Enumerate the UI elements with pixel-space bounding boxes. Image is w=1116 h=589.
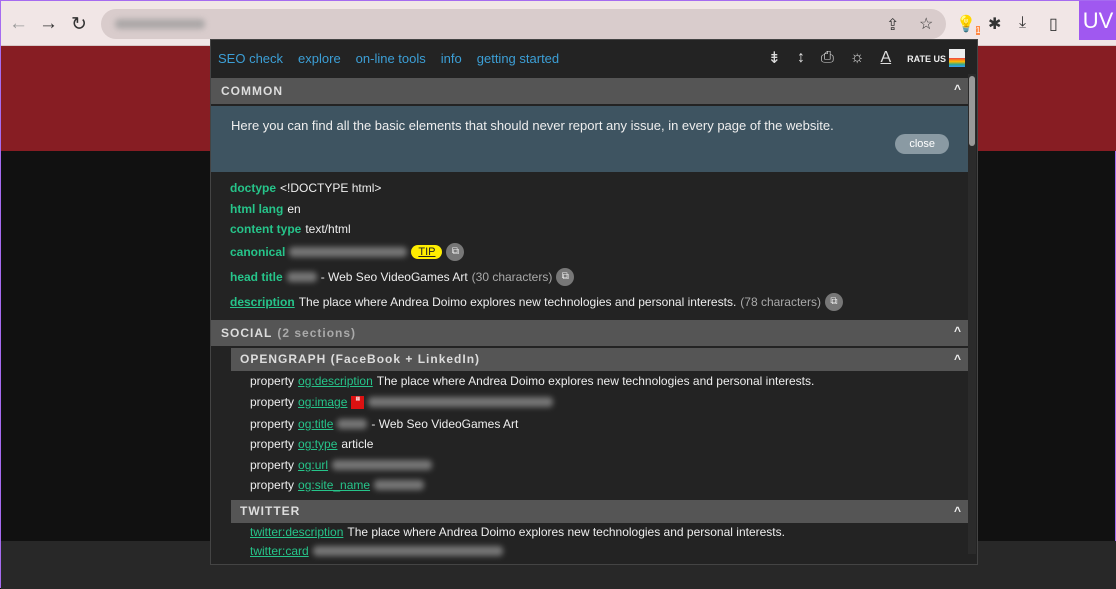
address-bar[interactable]: ⇪ ☆ — [101, 9, 946, 39]
download-icon[interactable]: ⤓ — [1019, 14, 1026, 32]
font-icon[interactable]: A — [880, 49, 891, 67]
twitter-rows: twitter:descriptionThe place where Andre… — [211, 523, 977, 561]
chevron-up-icon[interactable]: ^ — [954, 352, 962, 366]
star-icon[interactable]: ☆ — [919, 14, 933, 34]
image-preview-icon[interactable]: ▦ — [351, 396, 364, 409]
reload-button[interactable]: ↻ — [71, 13, 87, 36]
close-button[interactable]: close — [895, 134, 949, 154]
forward-button[interactable]: → — [39, 13, 58, 35]
scrollbar-thumb[interactable] — [969, 76, 975, 146]
share-icon[interactable]: ⇪ — [886, 15, 899, 35]
nav-explore[interactable]: explore — [298, 51, 341, 66]
blurred-title — [287, 272, 317, 282]
profile-avatar[interactable]: UV — [1079, 1, 1116, 40]
scrollbar[interactable] — [968, 74, 976, 554]
chevron-up-icon[interactable]: ^ — [954, 504, 962, 518]
blurred-canonical — [289, 247, 407, 257]
blurred-image-url — [368, 397, 553, 407]
tip-button[interactable]: TIP — [411, 245, 442, 259]
copy-icon[interactable]: ⧉ — [556, 268, 574, 286]
collapse-icon[interactable]: ⇟ — [768, 48, 781, 68]
expand-icon[interactable]: ↕ — [797, 49, 805, 67]
chevron-up-icon[interactable]: ^ — [954, 324, 962, 338]
back-button[interactable]: ← — [9, 13, 28, 35]
nav-info[interactable]: info — [441, 51, 462, 66]
opengraph-rows: propertyog:descriptionThe place where An… — [211, 371, 977, 495]
sidepanel-icon[interactable]: ▯ — [1049, 14, 1058, 34]
rate-us-button[interactable]: RATE US — [907, 49, 965, 67]
twitter-card-link[interactable]: twitter:card — [250, 544, 309, 558]
blurred-value — [332, 460, 432, 470]
blurred-url — [115, 19, 205, 29]
print-icon[interactable]: ⎙ — [821, 49, 834, 67]
nav-seo-check[interactable]: SEO check — [218, 51, 283, 66]
extensions-icon[interactable]: ✱ — [988, 14, 1001, 34]
copy-icon[interactable]: ⧉ — [825, 293, 843, 311]
blurred-value — [313, 546, 503, 556]
brightness-icon[interactable]: ☼ — [850, 49, 865, 67]
common-rows: doctype<!DOCTYPE html> html langen conte… — [211, 172, 977, 315]
copy-icon[interactable]: ⧉ — [446, 243, 464, 261]
section-twitter-header[interactable]: TWITTER^ — [231, 500, 968, 523]
panel-nav: SEO check explore on-line tools info get… — [211, 40, 977, 76]
seo-panel: SEO check explore on-line tools info get… — [210, 39, 978, 565]
blurred-value — [337, 419, 367, 429]
blurred-value — [374, 480, 424, 490]
seo-extension-icon[interactable]: 💡1 — [956, 14, 980, 35]
common-info-box: Here you can find all the basic elements… — [211, 106, 968, 172]
section-social-header[interactable]: SOCIAL(2 sections)^ — [211, 320, 968, 346]
description-link[interactable]: description — [230, 295, 295, 309]
section-common-header[interactable]: COMMON^ — [211, 78, 968, 104]
section-opengraph-header[interactable]: OPENGRAPH (FaceBook + LinkedIn)^ — [231, 348, 968, 371]
nav-online-tools[interactable]: on-line tools — [356, 51, 426, 66]
chevron-up-icon[interactable]: ^ — [954, 82, 962, 96]
chrome-store-icon — [949, 49, 965, 67]
nav-getting-started[interactable]: getting started — [477, 51, 559, 66]
